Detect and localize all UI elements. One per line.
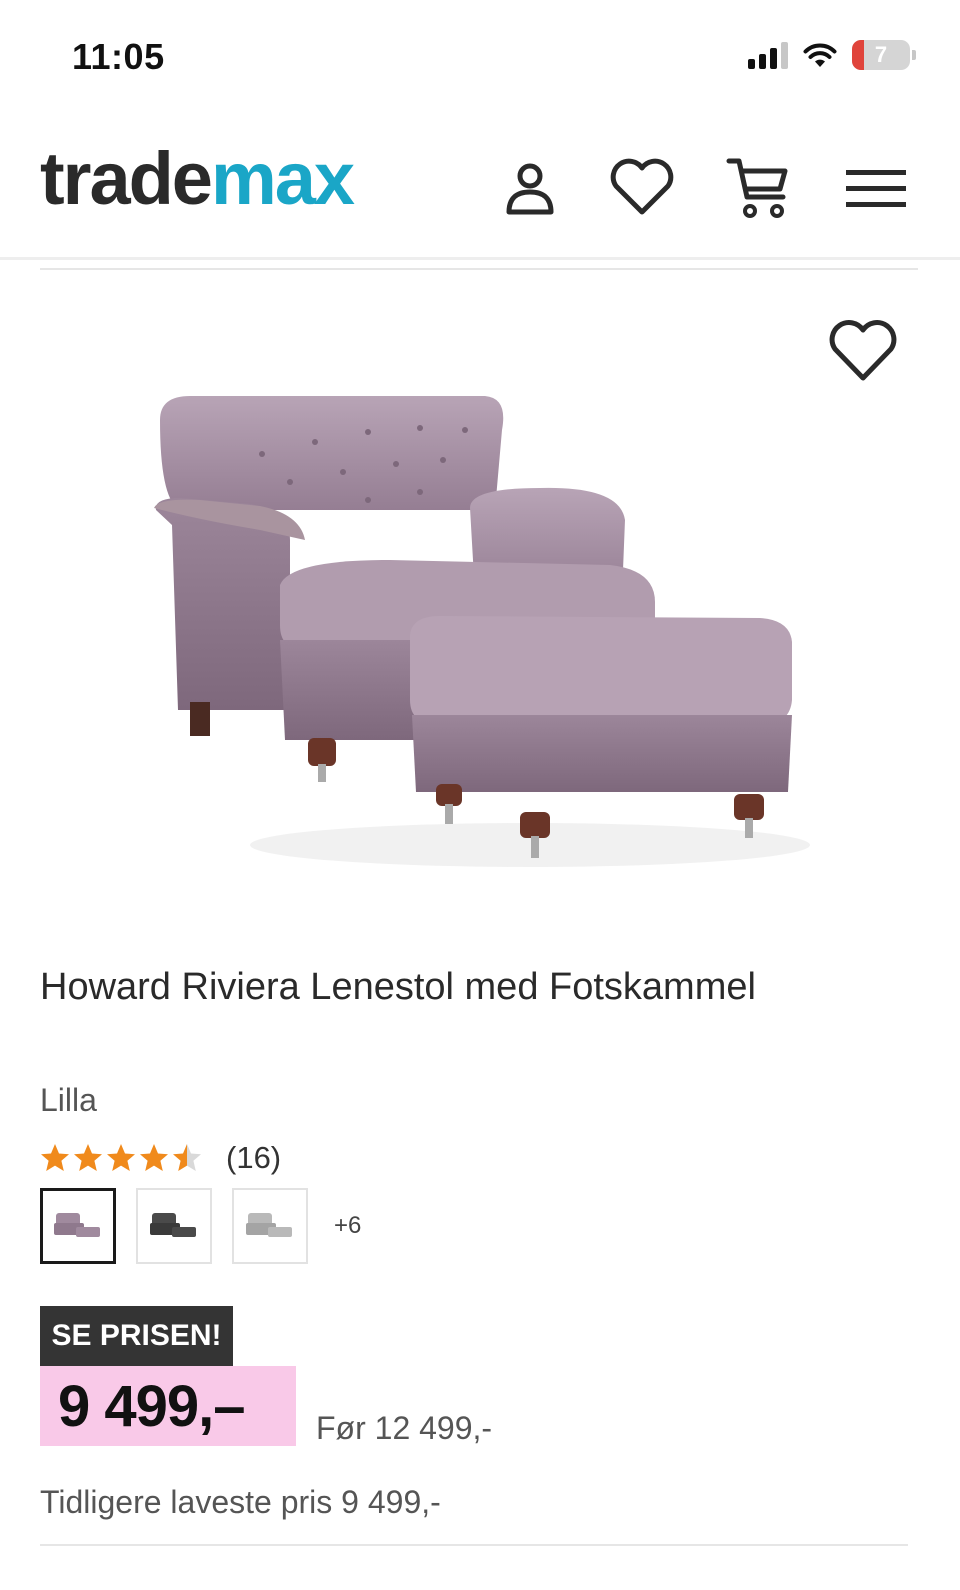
status-bar: 11:05 7: [0, 0, 960, 110]
battery-icon: 7: [852, 40, 910, 70]
status-icons: 7: [748, 40, 916, 70]
more-swatches-link[interactable]: +6: [334, 1212, 361, 1240]
product-variant: Lilla: [40, 1082, 97, 1118]
swatch-lilla[interactable]: [40, 1188, 116, 1264]
chair-thumbnail-icon: [150, 1213, 196, 1237]
menu-button[interactable]: [840, 152, 912, 224]
site-header: trademax: [0, 110, 960, 260]
signal-icon: [748, 41, 788, 69]
swatch-light-grey[interactable]: [232, 1188, 308, 1264]
price-box: 9 499,–: [40, 1366, 296, 1446]
current-price: 9 499,–: [58, 1373, 246, 1439]
product-image[interactable]: [140, 380, 830, 890]
swatch-grey[interactable]: [136, 1188, 212, 1264]
cart-button[interactable]: [722, 152, 794, 224]
wifi-icon: [803, 43, 837, 67]
logo-text-trade: trade: [40, 137, 213, 220]
divider: [40, 1544, 908, 1546]
heart-icon: [829, 320, 897, 381]
wishlist-button[interactable]: [606, 152, 678, 224]
menu-icon: [846, 170, 906, 207]
review-count[interactable]: (16): [226, 1140, 281, 1176]
product-rating[interactable]: (16): [40, 1140, 281, 1176]
user-icon: [506, 163, 554, 215]
add-to-favorites-button[interactable]: [826, 318, 906, 390]
divider: [40, 268, 918, 270]
trademax-logo[interactable]: trademax: [40, 142, 355, 216]
battery-level: 7: [874, 42, 888, 67]
campaign-badge: SE PRISEN!: [40, 1306, 233, 1366]
logo-text-max: max: [210, 137, 355, 220]
chair-thumbnail-icon: [54, 1213, 100, 1237]
color-swatches: +6: [40, 1188, 361, 1264]
account-button[interactable]: [494, 152, 566, 224]
lowest-price-note: Tidligere laveste pris 9 499,-: [40, 1484, 441, 1520]
star-rating-icon: [41, 1144, 201, 1171]
chair-thumbnail-icon: [246, 1213, 292, 1237]
cart-icon: [726, 158, 788, 218]
product-title: Howard Riviera Lenestol med Fotskammel: [40, 966, 756, 1008]
heart-icon: [610, 158, 674, 215]
status-time: 11:05: [72, 36, 165, 77]
old-price: Før 12 499,-: [316, 1410, 493, 1446]
